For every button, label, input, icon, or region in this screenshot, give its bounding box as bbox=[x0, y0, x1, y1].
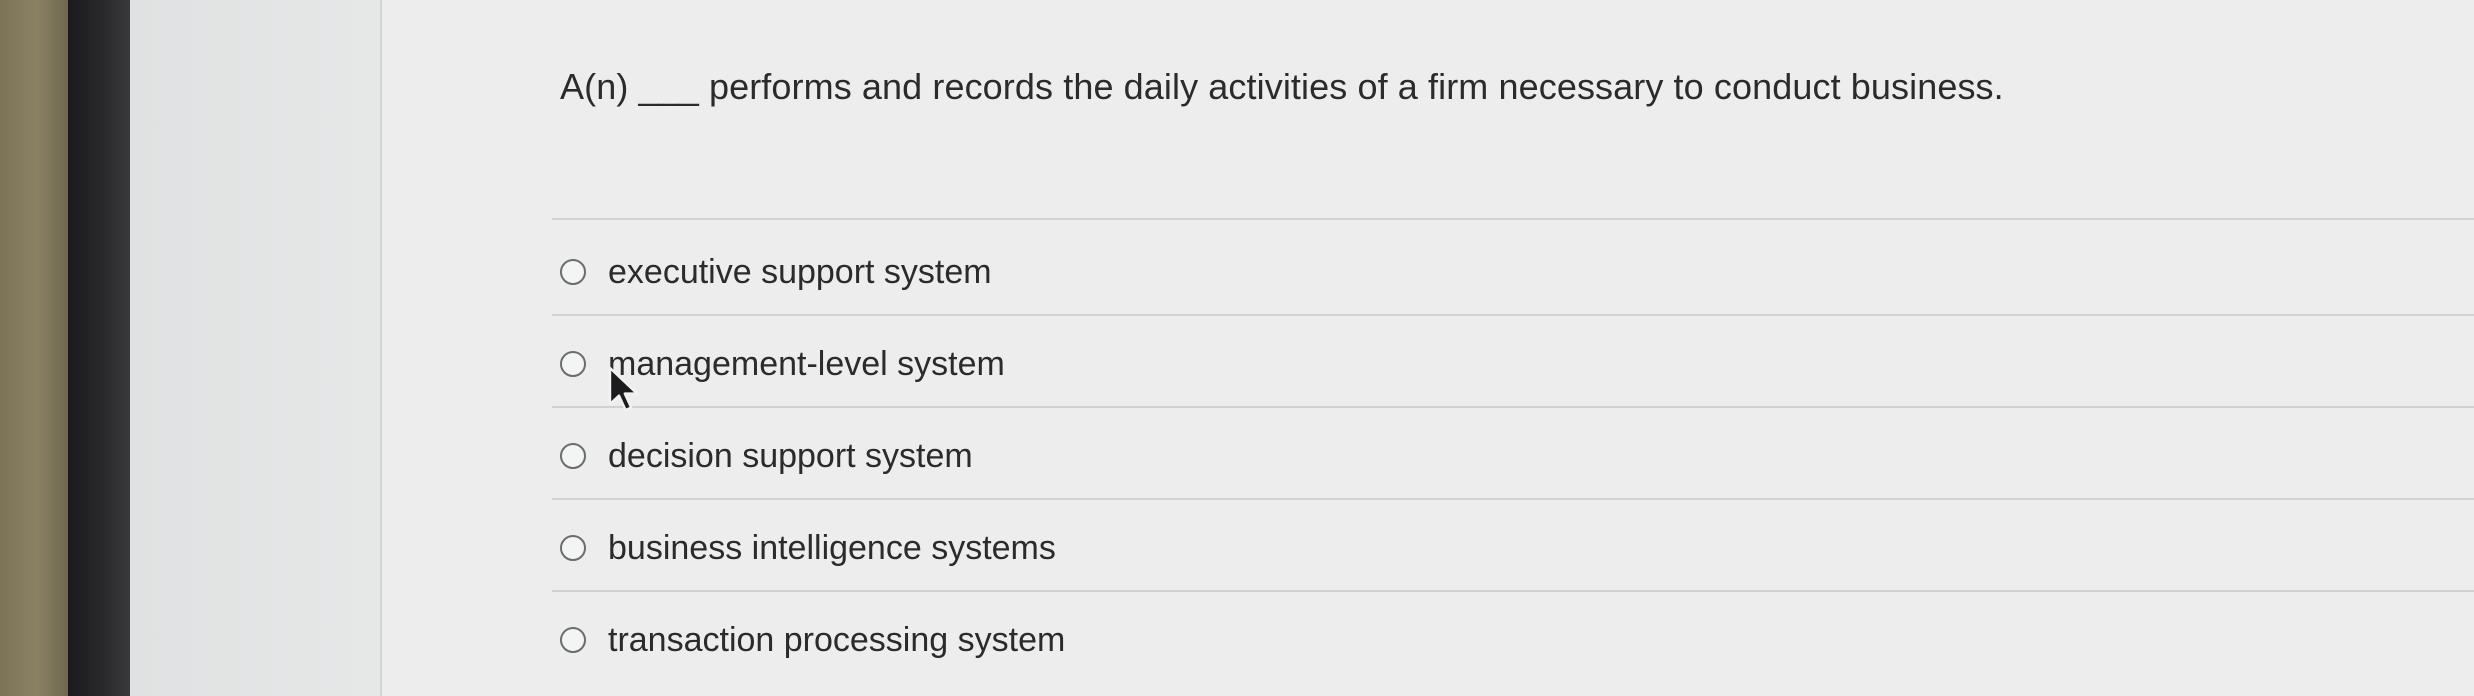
question-divider bbox=[552, 218, 2474, 220]
mouse-pointer-icon bbox=[608, 366, 639, 412]
radio-button-icon[interactable] bbox=[560, 443, 586, 469]
option-label: transaction processing system bbox=[608, 620, 1066, 659]
option-transaction-processing-system[interactable]: transaction processing system bbox=[560, 610, 1065, 670]
left-gutter bbox=[130, 0, 382, 696]
option-divider bbox=[552, 498, 2474, 500]
option-label: business intelligence systems bbox=[608, 528, 1056, 567]
question-text: A(n) ___ performs and records the daily … bbox=[560, 66, 2004, 107]
radio-button-icon[interactable] bbox=[560, 535, 586, 561]
option-business-intelligence-systems[interactable]: business intelligence systems bbox=[560, 518, 1056, 578]
option-label: decision support system bbox=[608, 436, 973, 475]
screen: A(n) ___ performs and records the daily … bbox=[130, 0, 2474, 696]
monitor-bezel bbox=[68, 0, 130, 696]
option-divider bbox=[552, 314, 2474, 316]
option-divider bbox=[552, 590, 2474, 592]
option-decision-support-system[interactable]: decision support system bbox=[560, 426, 973, 486]
radio-button-icon[interactable] bbox=[560, 259, 586, 285]
option-label: management-level system bbox=[608, 344, 1005, 383]
option-label: executive support system bbox=[608, 252, 992, 291]
desk-surface bbox=[0, 0, 68, 696]
radio-button-icon[interactable] bbox=[560, 351, 586, 377]
radio-button-icon[interactable] bbox=[560, 627, 586, 653]
option-executive-support-system[interactable]: executive support system bbox=[560, 242, 992, 302]
option-divider bbox=[552, 406, 2474, 408]
question-panel: A(n) ___ performs and records the daily … bbox=[382, 0, 2474, 696]
